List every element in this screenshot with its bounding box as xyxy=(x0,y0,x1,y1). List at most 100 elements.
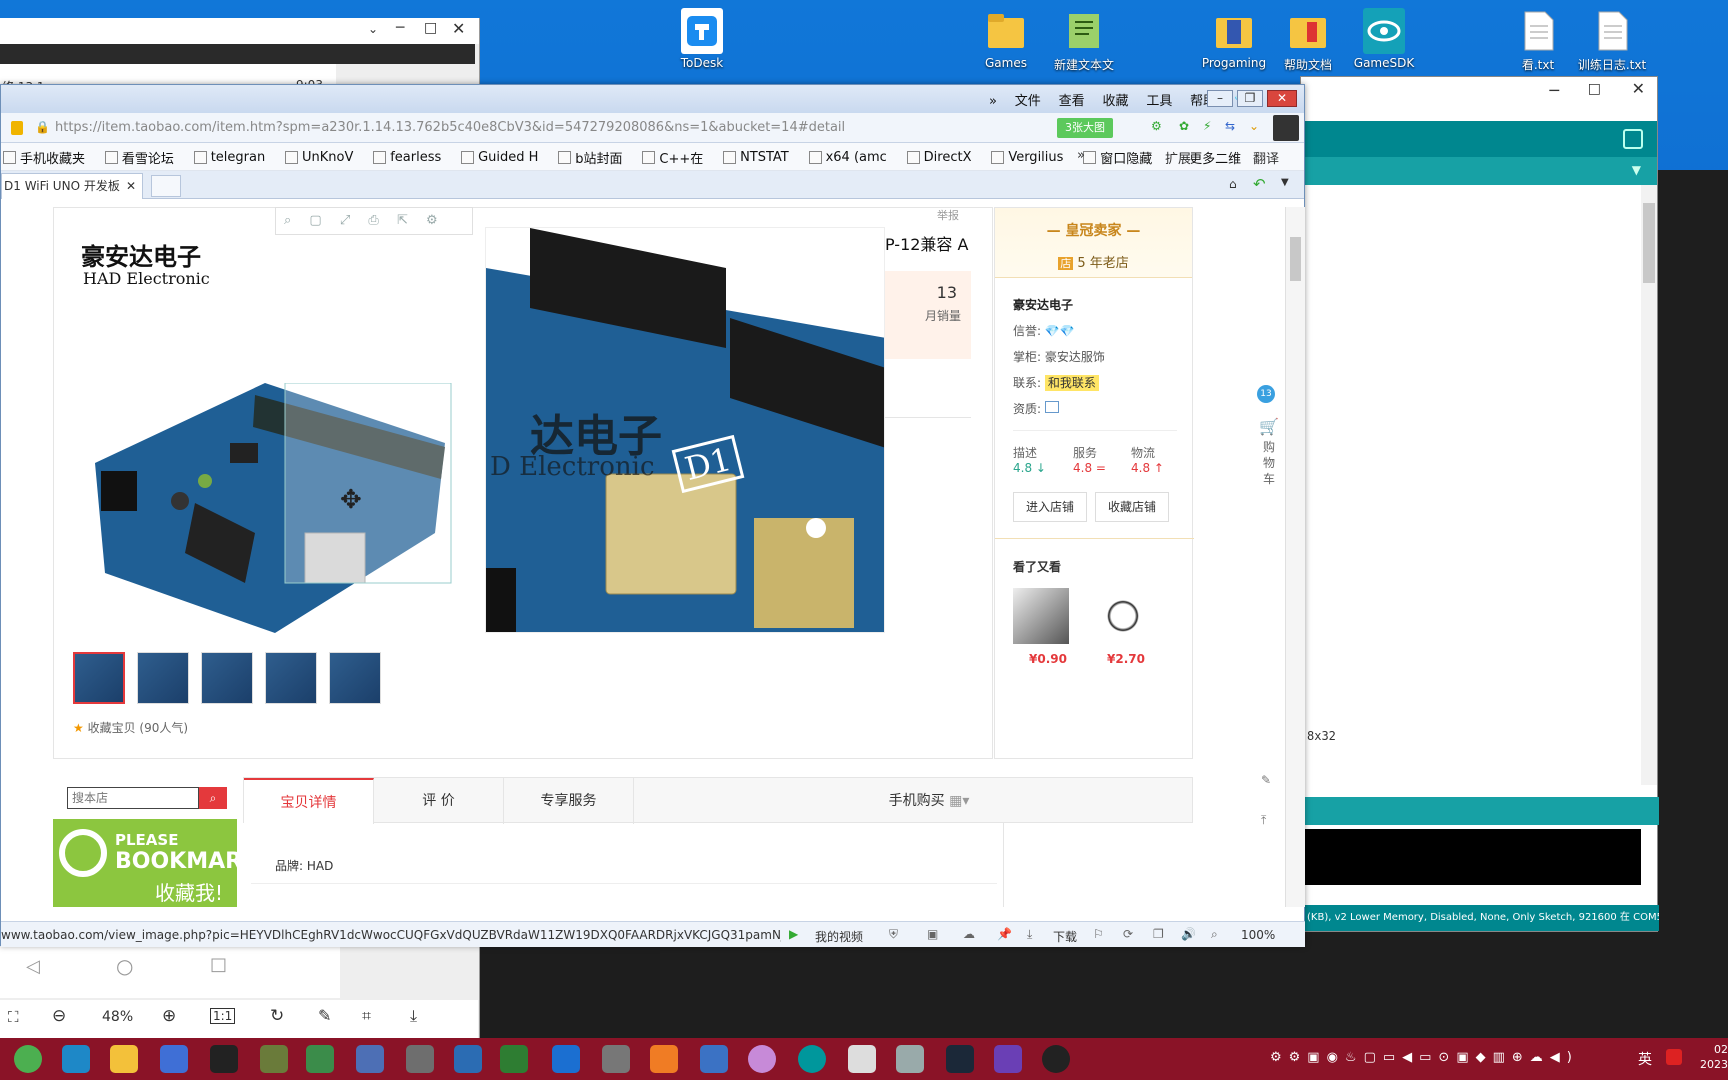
also-viewed-item-2-image[interactable] xyxy=(1095,588,1151,644)
app-icon[interactable] xyxy=(306,1045,334,1073)
thumbnail-2[interactable] xyxy=(137,652,189,704)
lightning-icon[interactable]: ⚡ xyxy=(1203,119,1211,133)
menu-view[interactable]: 查看 xyxy=(1059,90,1085,109)
menu-overflow-icon[interactable]: » xyxy=(989,94,997,109)
cart-label[interactable]: 购物车 xyxy=(1263,439,1277,487)
avatar[interactable] xyxy=(1273,115,1299,141)
app-icon[interactable] xyxy=(406,1045,434,1073)
desktop-icon-training-log[interactable]: 训练日志.txt xyxy=(1572,8,1652,73)
pin-icon[interactable]: 📌 xyxy=(997,927,1012,941)
bookmark-item[interactable]: Vergilius xyxy=(991,150,1063,165)
tab-details[interactable]: 宝贝详情 xyxy=(244,778,374,824)
file-explorer-icon[interactable] xyxy=(110,1045,138,1073)
fit-screen-icon[interactable]: ⛶ xyxy=(8,1008,19,1026)
thumbnail-5[interactable] xyxy=(329,652,381,704)
desktop-icon-gamesdk[interactable]: GameSDK xyxy=(1344,8,1424,70)
sync-icon[interactable]: ⟳ xyxy=(1123,927,1133,941)
enter-shop-button[interactable]: 进入店铺 xyxy=(1013,492,1087,522)
app-icon[interactable] xyxy=(748,1045,776,1073)
extension-icon[interactable]: ✿ xyxy=(1179,119,1189,133)
back-icon[interactable]: ◁ xyxy=(26,956,40,977)
url-field[interactable]: https://item.taobao.com/item.htm?spm=a23… xyxy=(55,120,1045,135)
flag-icon[interactable]: ⚐ xyxy=(1093,927,1104,941)
zoom-out-icon[interactable]: ⊖ xyxy=(52,1006,66,1026)
recents-icon[interactable]: □ xyxy=(210,954,227,975)
chevron-down-icon[interactable]: ⌄ xyxy=(1249,119,1259,133)
visual-studio-icon[interactable] xyxy=(994,1045,1022,1073)
refresh-icon[interactable]: ⇆ xyxy=(1225,119,1235,133)
favorite-shop-button[interactable]: 收藏店铺 xyxy=(1095,492,1169,522)
app-icon[interactable] xyxy=(260,1045,288,1073)
edit-icon[interactable]: ✎ xyxy=(1261,773,1271,787)
ime-indicator[interactable]: 英 xyxy=(1638,1049,1652,1069)
shop-owner[interactable]: 豪安达服饰 xyxy=(1045,350,1105,364)
bookmark-banner[interactable]: PLEASE BOOKMARK 收藏我! xyxy=(53,819,237,907)
close-icon[interactable]: ✕ xyxy=(1632,79,1645,98)
share-icon[interactable]: ⇱ xyxy=(397,213,408,228)
bookmark-item[interactable]: fearless xyxy=(373,150,441,165)
bookmark-item[interactable]: UnKnoV xyxy=(285,150,353,165)
extension-icon[interactable]: ⚙ xyxy=(1151,119,1162,133)
new-tab-button[interactable] xyxy=(151,175,181,197)
menu-tools[interactable]: 工具 xyxy=(1146,90,1172,109)
tab-mobile-buy[interactable]: 手机购买 ▦▾ xyxy=(864,778,994,824)
message-bubble[interactable]: 13 xyxy=(1257,385,1275,403)
download-label[interactable]: 下载 xyxy=(1053,928,1077,945)
crop-icon[interactable]: ⌗ xyxy=(362,1006,371,1026)
chevron-down-icon[interactable]: ⌄ xyxy=(368,22,378,36)
bookmark-item[interactable]: 看雪论坛 xyxy=(104,148,174,167)
search-icon[interactable]: ⌕ xyxy=(199,787,227,809)
favorite-item[interactable]: ★ 收藏宝贝 (90人气) xyxy=(73,719,188,736)
report-link[interactable]: 举报 xyxy=(937,207,959,223)
tab-reviews[interactable]: 评 价 xyxy=(374,778,504,824)
desktop-icon-newtext[interactable]: 新建文本文 xyxy=(1044,8,1124,73)
rotate-icon[interactable]: ↻ xyxy=(270,1006,284,1026)
building-icon[interactable] xyxy=(356,1045,384,1073)
app-icon[interactable] xyxy=(896,1045,924,1073)
desktop-icon-games[interactable]: Games xyxy=(966,8,1046,70)
app-icon[interactable] xyxy=(1042,1045,1070,1073)
serial-monitor-icon[interactable] xyxy=(1623,129,1643,149)
close-icon[interactable]: ✕ xyxy=(126,174,136,198)
product-main-image[interactable]: ✥ xyxy=(85,382,455,633)
tab-menu-icon[interactable]: ▼ xyxy=(1632,163,1641,177)
app-icon[interactable] xyxy=(700,1045,728,1073)
camera-icon[interactable] xyxy=(650,1045,678,1073)
page-scrollbar[interactable] xyxy=(1285,207,1305,907)
desktop-icon-helpdocs[interactable]: 帮助文档 xyxy=(1268,8,1348,73)
window-icon[interactable]: ❐ xyxy=(1153,927,1164,941)
app-icon[interactable] xyxy=(500,1045,528,1073)
chevron-down-icon[interactable]: ▼ xyxy=(1281,177,1289,188)
app-icon[interactable] xyxy=(848,1045,876,1073)
copy-icon[interactable]: ▢ xyxy=(309,213,321,228)
app-k-icon[interactable] xyxy=(160,1045,188,1073)
also-viewed-item-1-image[interactable] xyxy=(1013,588,1069,644)
zoom-in-icon[interactable]: ⊕ xyxy=(162,1006,176,1026)
download-icon[interactable]: ⤓ xyxy=(1027,927,1032,942)
app-icon[interactable] xyxy=(602,1045,630,1073)
steam-icon[interactable] xyxy=(946,1045,974,1073)
desktop-icon-progaming[interactable]: Progaming xyxy=(1194,8,1274,70)
save-icon[interactable]: ⎙ xyxy=(368,213,378,228)
desktop-icon-todesk[interactable]: ToDesk xyxy=(662,8,742,70)
expand-icon[interactable]: ⤢ xyxy=(340,213,350,228)
start-icon[interactable] xyxy=(14,1045,42,1073)
cart-icon[interactable]: 🛒 xyxy=(1259,417,1279,436)
shop-search-input[interactable]: 搜本店 xyxy=(67,787,199,809)
bookmark-item[interactable]: C++在 xyxy=(642,148,703,167)
bookmarks-overflow[interactable]: » xyxy=(1077,148,1085,163)
back-to-top-icon[interactable]: ⤒ xyxy=(1261,813,1266,828)
undo-close-icon[interactable]: ↶ xyxy=(1253,175,1266,193)
close-icon[interactable]: ✕ xyxy=(452,19,465,38)
maximize-icon[interactable]: □ xyxy=(1588,81,1601,97)
thumbnail-4[interactable] xyxy=(265,652,317,704)
translate-button[interactable]: 翻译 xyxy=(1253,148,1280,167)
bookmark-item[interactable]: NTSTAT xyxy=(723,150,789,165)
app-icon[interactable] xyxy=(552,1045,580,1073)
edge-icon[interactable] xyxy=(62,1045,90,1073)
bookmark-item[interactable]: 窗口隐藏 xyxy=(1083,148,1152,167)
restore-icon[interactable]: ❐ xyxy=(1237,90,1263,107)
maximize-icon[interactable]: □ xyxy=(424,20,437,36)
thumbnail-1[interactable] xyxy=(73,652,125,704)
home-icon[interactable]: ⌂ xyxy=(1229,177,1237,191)
